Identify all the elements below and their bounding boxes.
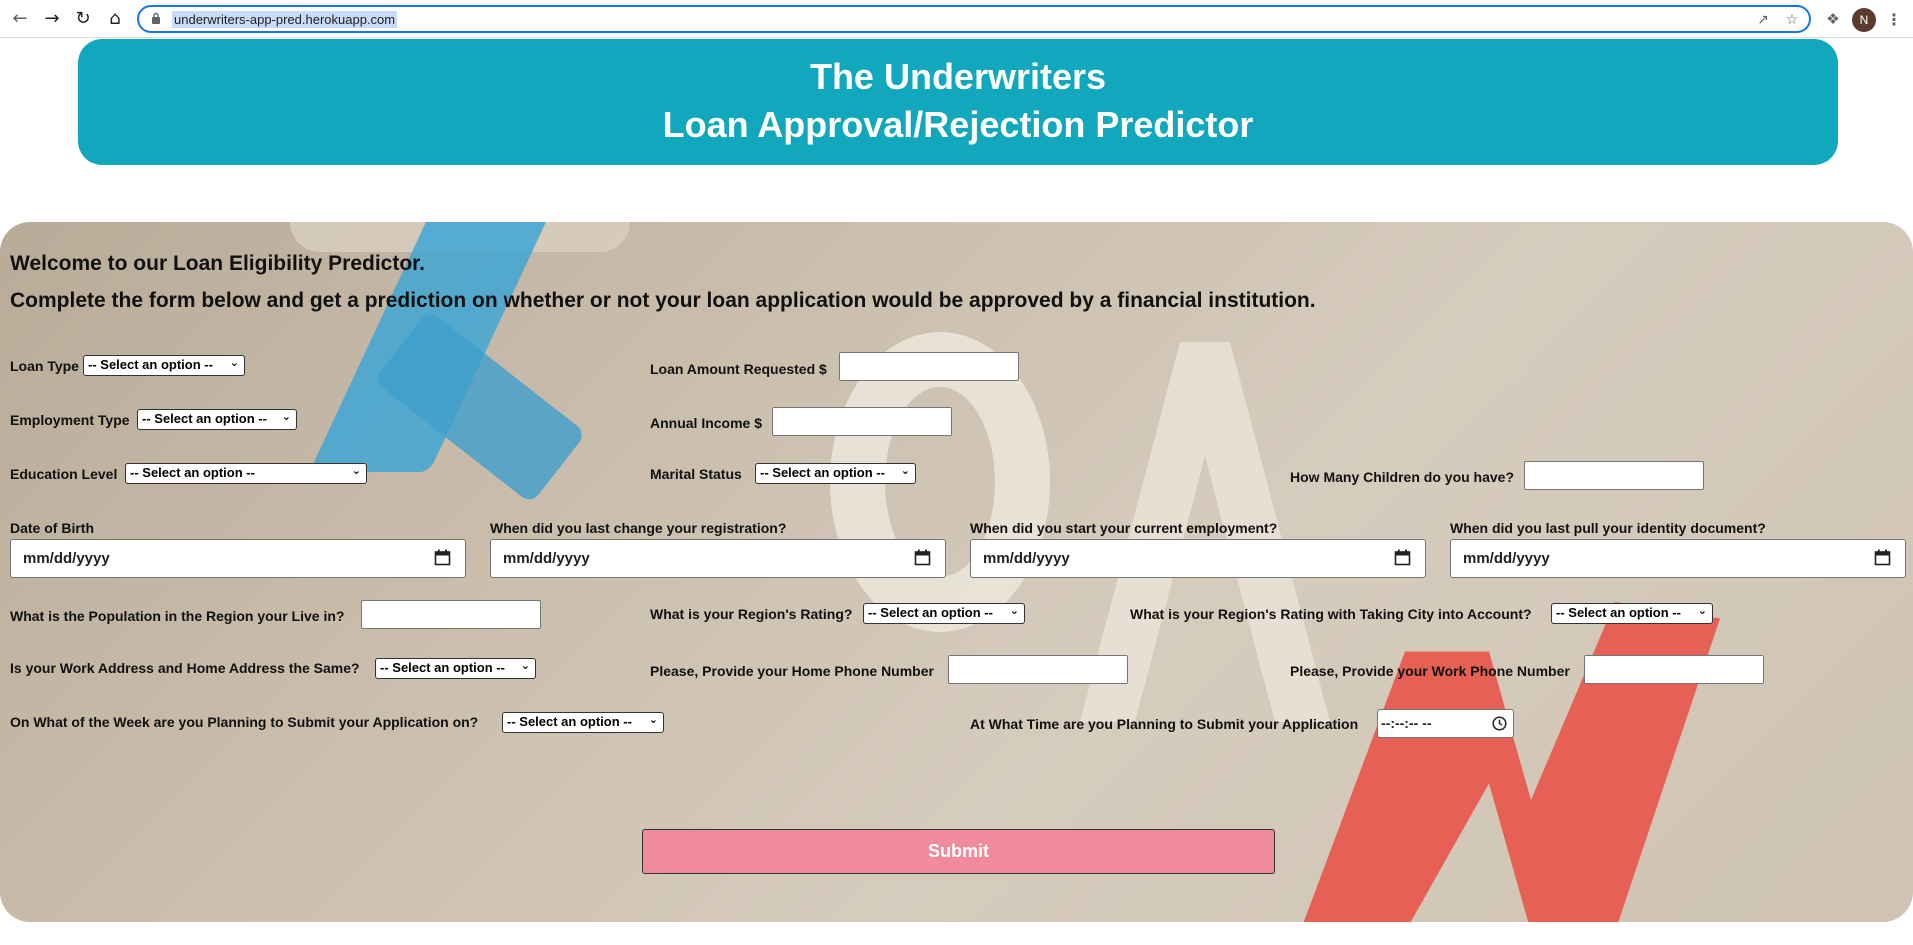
- employment-start-label: When did you start your current employme…: [970, 520, 1278, 536]
- registration-date-input[interactable]: mm/dd/yyyy: [490, 539, 946, 578]
- population-label: What is the Population in the Region you…: [10, 608, 345, 624]
- dob-date-input[interactable]: mm/dd/yyyy: [10, 539, 466, 578]
- welcome-text: Welcome to our Loan Eligibility Predicto…: [10, 252, 426, 275]
- calendar-icon[interactable]: [434, 549, 451, 566]
- employment-type-select[interactable]: -- Select an option -- ⌄: [137, 409, 297, 430]
- region-rating-label: What is your Region's Rating?: [650, 606, 853, 622]
- work-phone-label: Please, Provide your Work Phone Number: [1290, 663, 1570, 679]
- background-letter-n: [1300, 602, 1720, 922]
- header-title: The Underwriters: [809, 56, 1107, 97]
- employment-start-date-input[interactable]: mm/dd/yyyy: [970, 539, 1426, 578]
- children-label: How Many Children do you have?: [1290, 469, 1515, 485]
- calendar-icon[interactable]: [1394, 549, 1411, 566]
- chevron-down-icon: ⌄: [229, 356, 239, 369]
- url-text[interactable]: underwriters-app-pred.herokuapp.com: [172, 11, 398, 28]
- weekday-select[interactable]: -- Select an option -- ⌄: [502, 712, 664, 733]
- star-icon[interactable]: ☆: [1782, 10, 1802, 30]
- work-phone-input[interactable]: [1584, 655, 1764, 684]
- avatar[interactable]: N: [1852, 8, 1876, 32]
- children-input[interactable]: [1524, 461, 1704, 490]
- submit-button[interactable]: Submit: [642, 829, 1275, 874]
- home-phone-label: Please, Provide your Home Phone Number: [650, 663, 934, 679]
- dob-label: Date of Birth: [10, 520, 94, 536]
- identity-date-input[interactable]: mm/dd/yyyy: [1450, 539, 1906, 578]
- chevron-down-icon: ⌄: [648, 713, 658, 726]
- home-phone-input[interactable]: [948, 655, 1128, 684]
- home-icon[interactable]: ⌂: [103, 6, 127, 30]
- chevron-down-icon: ⌄: [1009, 604, 1019, 617]
- annual-income-label: Annual Income $: [650, 415, 763, 431]
- calendar-icon[interactable]: [1874, 549, 1891, 566]
- clock-icon[interactable]: [1492, 716, 1507, 731]
- submit-time-input[interactable]: --:--:-- --: [1377, 709, 1514, 738]
- loan-type-label: Loan Type: [10, 358, 79, 374]
- same-address-select[interactable]: -- Select an option -- ⌄: [375, 658, 536, 679]
- calendar-icon[interactable]: [914, 549, 931, 566]
- region-city-rating-select[interactable]: -- Select an option -- ⌄: [1551, 603, 1713, 624]
- loan-type-select[interactable]: -- Select an option -- ⌄: [83, 355, 245, 376]
- chevron-down-icon: ⌄: [900, 464, 910, 477]
- education-level-select[interactable]: -- Select an option -- ⌄: [125, 463, 367, 484]
- loan-amount-label: Loan Amount Requested $: [650, 361, 827, 377]
- chevron-down-icon: ⌄: [1697, 604, 1707, 617]
- header-banner: The Underwriters Loan Approval/Rejection…: [78, 39, 1838, 165]
- education-level-label: Education Level: [10, 466, 118, 482]
- employment-type-label: Employment Type: [10, 412, 130, 428]
- weekday-label: On What of the Week are you Planning to …: [10, 714, 479, 730]
- forward-icon[interactable]: →: [40, 6, 64, 30]
- chevron-down-icon: ⌄: [351, 464, 361, 477]
- registration-label: When did you last change your registrati…: [490, 520, 787, 536]
- marital-status-label: Marital Status: [650, 466, 742, 482]
- annual-income-input[interactable]: [772, 407, 952, 436]
- browser-toolbar: ← → ↻ ⌂ underwriters-app-pred.herokuapp.…: [0, 0, 1913, 38]
- region-city-rating-label: What is your Region's Rating with Taking…: [1130, 606, 1532, 622]
- same-address-label: Is your Work Address and Home Address th…: [10, 660, 360, 676]
- back-icon[interactable]: ←: [8, 6, 32, 30]
- loan-amount-input[interactable]: [839, 352, 1019, 381]
- more-menu-icon[interactable]: ⋮: [1884, 8, 1904, 30]
- region-rating-select[interactable]: -- Select an option -- ⌄: [863, 603, 1025, 624]
- identity-label: When did you last pull your identity doc…: [1450, 520, 1766, 536]
- reload-icon[interactable]: ↻: [71, 6, 95, 30]
- population-input[interactable]: [361, 600, 541, 629]
- chevron-down-icon: ⌄: [520, 659, 530, 672]
- marital-status-select[interactable]: -- Select an option -- ⌄: [755, 463, 916, 484]
- chevron-down-icon: ⌄: [281, 410, 291, 423]
- address-bar[interactable]: underwriters-app-pred.herokuapp.com ↗ ☆: [137, 5, 1811, 33]
- instructions-text: Complete the form below and get a predic…: [10, 289, 1316, 312]
- time-label: At What Time are you Planning to Submit …: [970, 716, 1359, 732]
- extensions-icon[interactable]: ❖: [1822, 8, 1844, 30]
- lock-icon: [152, 12, 160, 24]
- header-subtitle: Loan Approval/Rejection Predictor: [662, 104, 1254, 145]
- share-icon[interactable]: ↗: [1753, 10, 1773, 30]
